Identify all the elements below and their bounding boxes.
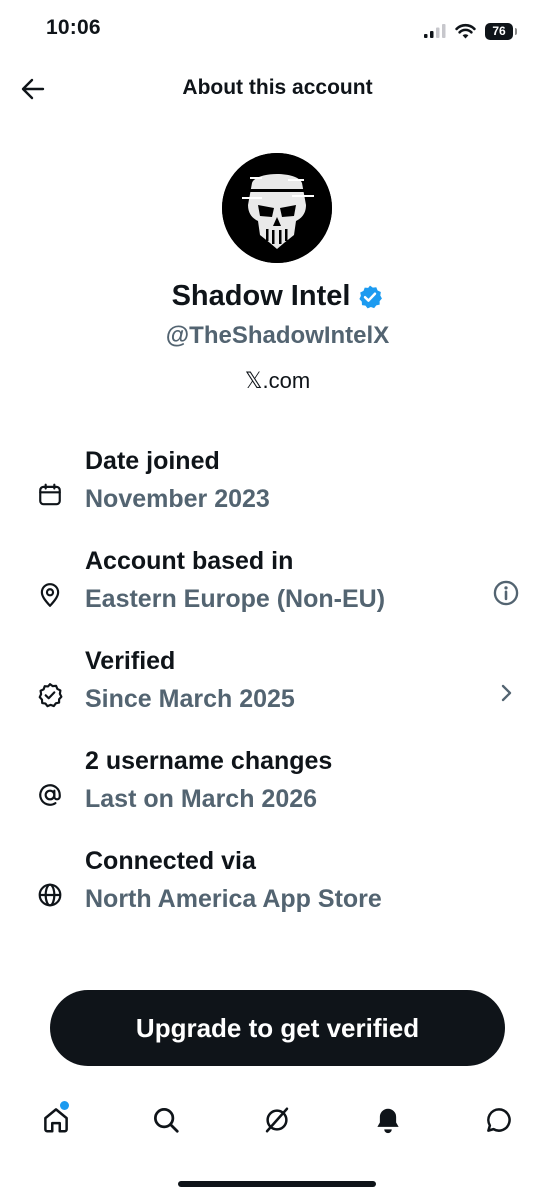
avatar[interactable] (222, 153, 332, 263)
display-name: Shadow Intel (171, 280, 351, 312)
row-connected-via: Connected via North America App Store (0, 847, 555, 939)
messages-icon (487, 1108, 511, 1132)
row-value: Since March 2025 (85, 685, 295, 713)
status-time: 10:06 (46, 16, 101, 39)
verified-badge-icon (36, 681, 64, 709)
tab-home[interactable] (28, 1092, 84, 1148)
row-verified[interactable]: Verified Since March 2025 (0, 647, 555, 739)
row-title: 2 username changes (85, 747, 333, 775)
status-indicators: 76 (424, 19, 517, 43)
bottom-tab-bar (0, 1092, 555, 1152)
at-sign-icon (36, 781, 64, 809)
cellular-signal-icon (424, 24, 446, 38)
row-title: Date joined (85, 447, 220, 475)
row-title: Connected via (85, 847, 256, 875)
notifications-icon (377, 1108, 399, 1134)
tab-notifications[interactable] (360, 1092, 416, 1148)
tab-search[interactable] (138, 1092, 194, 1148)
calendar-icon (36, 481, 64, 509)
row-username-changes: 2 username changes Last on March 2026 (0, 747, 555, 839)
globe-icon (36, 881, 64, 909)
row-value: North America App Store (85, 885, 382, 913)
verified-details-button[interactable] (490, 677, 522, 709)
page-title: About this account (182, 76, 373, 99)
grok-icon (265, 1107, 289, 1133)
row-title: Account based in (85, 547, 294, 575)
username-handle: @TheShadowIntelX (165, 322, 390, 349)
wifi-icon (455, 23, 476, 39)
skull-logo-icon (222, 153, 332, 263)
row-value: Last on March 2026 (85, 785, 318, 813)
website-label: 𝕏.com (244, 368, 311, 393)
info-button[interactable] (490, 577, 522, 609)
row-account-based-in: Account based in Eastern Europe (Non-EU) (0, 547, 555, 639)
search-icon (154, 1108, 179, 1133)
info-icon (493, 580, 519, 606)
location-pin-icon (36, 581, 64, 609)
name-row: Shadow Intel (0, 280, 555, 313)
notification-dot (60, 1101, 69, 1110)
tab-grok[interactable] (249, 1092, 305, 1148)
battery-level: 76 (492, 24, 506, 38)
tab-messages[interactable] (471, 1092, 527, 1148)
upgrade-verified-button[interactable]: Upgrade to get verified (50, 990, 505, 1066)
verified-checkmark-icon[interactable] (357, 284, 383, 310)
row-value: November 2023 (85, 485, 270, 513)
home-indicator (178, 1181, 376, 1187)
row-value: Eastern Europe (Non-EU) (85, 585, 386, 613)
battery-indicator: 76 (485, 22, 517, 40)
row-date-joined: Date joined November 2023 (0, 447, 555, 539)
chevron-right-icon (501, 684, 512, 702)
row-title: Verified (85, 647, 176, 675)
